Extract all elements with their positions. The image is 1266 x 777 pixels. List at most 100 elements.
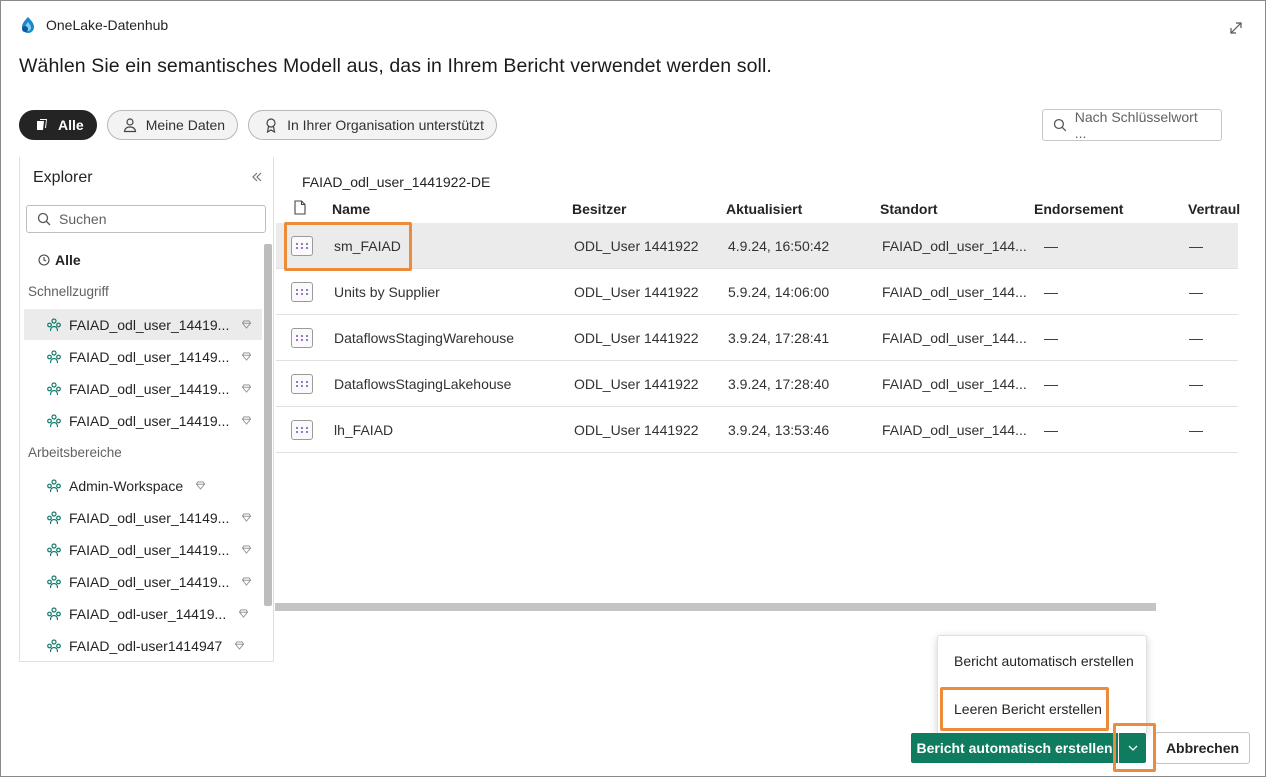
app-title: OneLake-Datenhub bbox=[46, 17, 169, 33]
workspace-icon bbox=[47, 510, 61, 524]
workspace-icon bbox=[47, 478, 61, 492]
row-endorsement: — bbox=[1044, 376, 1058, 392]
column-name[interactable]: Name bbox=[332, 201, 370, 217]
clock-icon bbox=[38, 254, 50, 266]
workspace-item[interactable]: FAIAD_odl-user1414947 bbox=[24, 630, 262, 661]
collapse-icon[interactable] bbox=[251, 171, 263, 183]
menu-item-auto-create[interactable]: Bericht automatisch erstellen bbox=[954, 653, 1134, 669]
workspace-label: FAIAD_odl_user_14419... bbox=[69, 541, 230, 558]
filter-endorsed-pill[interactable]: In Ihrer Organisation unterstützt bbox=[248, 110, 497, 140]
table-row[interactable]: Units by Supplier ODL_User 1441922 5.9.2… bbox=[276, 269, 1238, 315]
semantic-model-icon bbox=[291, 328, 313, 348]
filter-all-pill[interactable]: Alle bbox=[19, 110, 97, 140]
premium-diamond-icon bbox=[196, 481, 206, 490]
quick-access-item[interactable]: FAIAD_odl_user_14419... bbox=[24, 309, 262, 340]
auto-create-report-button[interactable]: Bericht automatisch erstellen bbox=[911, 733, 1118, 763]
row-updated: 4.9.24, 16:50:42 bbox=[728, 238, 830, 254]
premium-diamond-icon bbox=[242, 513, 252, 522]
workspace-label: FAIAD_odl_user_14419... bbox=[69, 380, 230, 397]
row-sensitivity: — bbox=[1189, 422, 1203, 438]
quick-access-item[interactable]: FAIAD_odl_user_14419... bbox=[24, 405, 262, 436]
workspace-label: FAIAD_odl-user1414947 bbox=[69, 637, 223, 654]
dialog-heading: Wählen Sie ein semantisches Modell aus, … bbox=[19, 55, 772, 77]
table-row[interactable]: sm_FAIAD ODL_User 1441922 4.9.24, 16:50:… bbox=[276, 223, 1238, 269]
row-owner: ODL_User 1441922 bbox=[574, 238, 699, 254]
workspace-item[interactable]: Admin-Workspace bbox=[24, 470, 262, 501]
chevron-down-icon bbox=[1128, 745, 1137, 751]
onelake-datahub-dialog: OneLake-Datenhub Wählen Sie ein semantis… bbox=[0, 0, 1266, 777]
explorer-scrollbar[interactable] bbox=[264, 244, 272, 606]
row-owner: ODL_User 1441922 bbox=[574, 284, 699, 300]
filter-my-data-label: Meine Daten bbox=[145, 117, 226, 133]
table-horizontal-scrollbar[interactable] bbox=[275, 603, 1156, 611]
semantic-model-icon bbox=[291, 420, 313, 440]
row-updated: 3.9.24, 13:53:46 bbox=[728, 422, 830, 438]
column-updated[interactable]: Aktualisiert bbox=[726, 201, 802, 217]
semantic-model-icon bbox=[291, 236, 313, 256]
quick-access-item[interactable]: FAIAD_odl_user_14149... bbox=[24, 341, 262, 372]
row-endorsement: — bbox=[1044, 238, 1058, 254]
workspace-item[interactable]: FAIAD_odl-user_14419... bbox=[24, 598, 262, 629]
row-location: FAIAD_odl_user_144... bbox=[882, 238, 1027, 254]
cancel-button[interactable]: Abbrechen bbox=[1155, 732, 1250, 764]
workspace-label: FAIAD_odl_user_14419... bbox=[69, 412, 230, 429]
expand-icon[interactable] bbox=[1229, 21, 1243, 35]
workspace-item[interactable]: FAIAD_odl_user_14419... bbox=[24, 566, 262, 597]
workspace-item[interactable]: FAIAD_odl_user_14419... bbox=[24, 534, 262, 565]
workspace-icon bbox=[47, 638, 61, 652]
workspace-icon bbox=[47, 542, 61, 556]
premium-diamond-icon bbox=[235, 641, 245, 650]
workspace-item[interactable]: FAIAD_odl_user_14149... bbox=[24, 502, 262, 533]
workspace-label: FAIAD_odl_user_14419... bbox=[69, 573, 230, 590]
workspace-label: FAIAD_odl_user_14149... bbox=[69, 509, 230, 526]
column-endorsement[interactable]: Endorsement bbox=[1034, 201, 1123, 217]
explorer-search-input[interactable]: Suchen bbox=[26, 205, 266, 233]
quick-access-label: Schnellzugriff bbox=[28, 284, 109, 299]
keyword-search-input[interactable]: Nach Schlüsselwort ... bbox=[1042, 109, 1222, 141]
workspace-icon bbox=[47, 349, 61, 363]
explorer-search-placeholder: Suchen bbox=[59, 211, 107, 227]
search-icon bbox=[37, 212, 51, 226]
row-sensitivity: — bbox=[1189, 238, 1203, 254]
row-sensitivity: — bbox=[1189, 284, 1203, 300]
row-location: FAIAD_odl_user_144... bbox=[882, 422, 1027, 438]
column-location[interactable]: Standort bbox=[880, 201, 938, 217]
workspace-label: FAIAD_odl_user_14419... bbox=[69, 316, 230, 333]
row-location: FAIAD_odl_user_144... bbox=[882, 284, 1027, 300]
menu-item-blank-report[interactable]: Leeren Bericht erstellen bbox=[954, 701, 1102, 717]
filter-my-data-pill[interactable]: Meine Daten bbox=[106, 110, 239, 140]
filter-endorsed-label: In Ihrer Organisation unterstützt bbox=[287, 117, 484, 133]
row-owner: ODL_User 1441922 bbox=[574, 376, 699, 392]
workspace-icon bbox=[47, 606, 61, 620]
column-sensitivity[interactable]: Vertraul bbox=[1188, 201, 1240, 217]
titlebar: OneLake-Datenhub bbox=[19, 16, 168, 34]
row-name: Units by Supplier bbox=[334, 284, 440, 300]
person-icon bbox=[123, 118, 136, 133]
row-owner: ODL_User 1441922 bbox=[574, 330, 699, 346]
row-updated: 3.9.24, 17:28:41 bbox=[728, 330, 830, 346]
filter-pills: Alle Meine Daten In Ihrer Organisation u… bbox=[19, 110, 497, 140]
table-row[interactable]: lh_FAIAD ODL_User 1441922 3.9.24, 13:53:… bbox=[276, 407, 1238, 453]
quick-access-item[interactable]: FAIAD_odl_user_14419... bbox=[24, 373, 262, 404]
table-row[interactable]: DataflowsStagingLakehouse ODL_User 14419… bbox=[276, 361, 1238, 407]
premium-diamond-icon bbox=[239, 609, 249, 618]
row-endorsement: — bbox=[1044, 422, 1058, 438]
premium-diamond-icon bbox=[242, 577, 252, 586]
workspace-icon bbox=[47, 381, 61, 395]
explorer-all-link[interactable]: Alle bbox=[38, 252, 81, 268]
workspace-icon bbox=[47, 413, 61, 427]
premium-diamond-icon bbox=[242, 320, 252, 329]
workspace-label: FAIAD_odl_user_14149... bbox=[69, 348, 230, 365]
row-sensitivity: — bbox=[1189, 330, 1203, 346]
table-header: Name Besitzer Aktualisiert Standort Endo… bbox=[276, 194, 1240, 223]
row-sensitivity: — bbox=[1189, 376, 1203, 392]
row-updated: 3.9.24, 17:28:40 bbox=[728, 376, 830, 392]
create-report-menu: Bericht automatisch erstellen Leeren Ber… bbox=[937, 635, 1147, 735]
row-name: lh_FAIAD bbox=[334, 422, 394, 438]
premium-diamond-icon bbox=[242, 384, 252, 393]
semantic-model-icon bbox=[291, 374, 313, 394]
column-owner[interactable]: Besitzer bbox=[572, 201, 626, 217]
table-row[interactable]: DataflowsStagingWarehouse ODL_User 14419… bbox=[276, 315, 1238, 361]
row-owner: ODL_User 1441922 bbox=[574, 422, 699, 438]
create-report-dropdown-button[interactable] bbox=[1119, 733, 1146, 763]
